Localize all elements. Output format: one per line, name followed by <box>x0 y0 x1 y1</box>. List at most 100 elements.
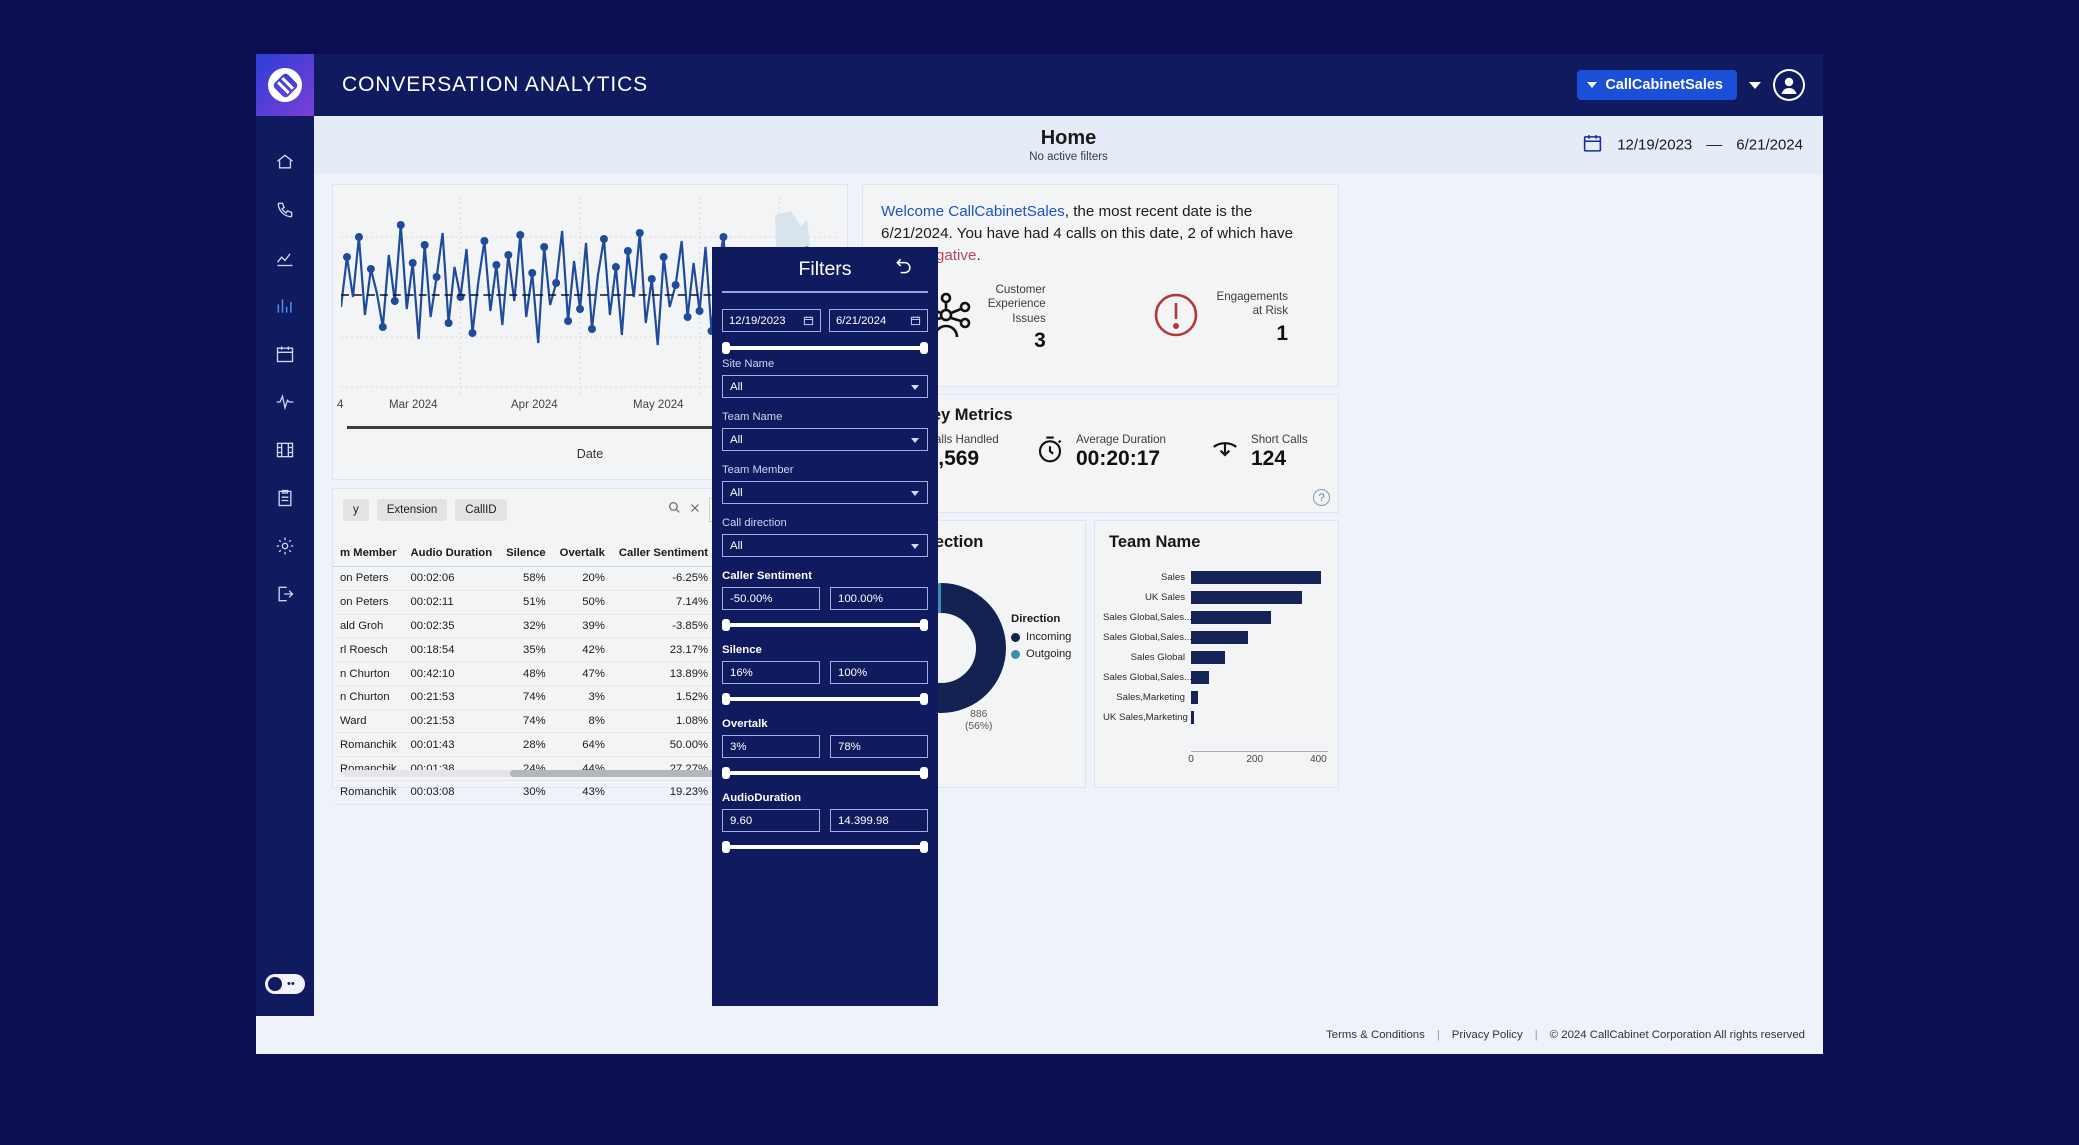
slider-handle-right[interactable] <box>920 342 928 354</box>
audio-duration-slider[interactable] <box>722 841 928 853</box>
clear-search-icon[interactable] <box>689 501 701 519</box>
sidebar-collapse-toggle[interactable]: •• <box>265 974 305 994</box>
sidebar-item-settings[interactable] <box>265 530 305 562</box>
bar-row[interactable]: Sales Global,Sales... <box>1103 627 1328 647</box>
caller-sentiment-max[interactable]: 100.00% <box>830 587 928 610</box>
calendar-icon[interactable] <box>1582 133 1603 158</box>
user-account-button[interactable]: CallCabinetSales <box>1577 70 1737 100</box>
filter-date-to[interactable]: 6/21/2024 <box>829 309 928 332</box>
overtalk-max[interactable]: 78% <box>830 735 928 758</box>
sidebar-item-home[interactable] <box>265 146 305 178</box>
toggle-dots-icon: •• <box>287 977 295 990</box>
table-cell: 00:18:54 <box>403 637 500 663</box>
col-overtalk[interactable]: Overtalk <box>552 541 612 567</box>
caller-sentiment-slider[interactable] <box>722 619 928 631</box>
filters-panel: Filters 12/19/2023 6/21/2024 Site Name A… <box>712 247 938 1006</box>
sidebar-item-insights[interactable] <box>265 386 305 418</box>
overtalk-slider[interactable] <box>722 767 928 779</box>
x-tick-2: Apr 2024 <box>511 399 558 411</box>
table-cell: 13.89% <box>611 661 716 686</box>
sidebar-item-reports[interactable] <box>265 290 305 322</box>
filter-select-call-direction[interactable]: All <box>722 534 928 557</box>
audio-duration-min[interactable]: 9.60 <box>722 809 820 832</box>
bar-row[interactable]: Sales Global,Sales... <box>1103 607 1328 627</box>
bar-fill <box>1191 570 1322 584</box>
column-chip-callid[interactable]: CallID <box>455 499 507 521</box>
sidebar-item-tasks[interactable] <box>265 482 305 514</box>
avatar[interactable] <box>1773 69 1805 101</box>
legend-item-outgoing[interactable]: Outgoing <box>1011 648 1071 660</box>
callcabinet-logo-icon <box>268 68 302 102</box>
welcome-lead: Welcome CallCabinetSales <box>881 203 1065 220</box>
sidebar-item-controls[interactable] <box>265 434 305 466</box>
bar-fill <box>1191 590 1302 604</box>
slider-handle-left[interactable] <box>722 619 730 631</box>
col-team-member[interactable]: m Member <box>333 541 404 567</box>
bar-row[interactable]: Sales,Marketing <box>1103 687 1328 707</box>
slider-track <box>726 346 924 350</box>
sidebar-item-analytics[interactable] <box>265 242 305 274</box>
silence-max[interactable]: 100% <box>830 661 928 684</box>
filter-date-to-value: 6/21/2024 <box>836 314 887 327</box>
date-range-start[interactable]: 12/19/2023 <box>1617 137 1692 154</box>
slider-track <box>726 845 924 849</box>
filter-caller-sentiment: Caller Sentiment -50.00% 100.00% <box>722 570 928 631</box>
bar-fill <box>1191 670 1209 684</box>
slider-handle-left[interactable] <box>722 693 730 705</box>
silence-min[interactable]: 16% <box>722 661 820 684</box>
filter-select-site-name[interactable]: All <box>722 375 928 398</box>
scrollbar-thumb[interactable] <box>509 770 716 777</box>
bar-row[interactable]: Sales <box>1103 567 1328 587</box>
slider-handle-right[interactable] <box>920 767 928 779</box>
col-silence[interactable]: Silence <box>499 541 553 567</box>
slider-handle-right[interactable] <box>920 841 928 853</box>
col-audio-duration[interactable]: Audio Duration <box>403 541 500 567</box>
filter-date-slider[interactable] <box>722 342 928 354</box>
audio-duration-max[interactable]: 14.399.98 <box>830 809 928 832</box>
privacy-link[interactable]: Privacy Policy <box>1452 1029 1523 1041</box>
account-menu-chevron-icon[interactable] <box>1749 81 1761 89</box>
metrics-help-icon[interactable]: ? <box>1313 489 1330 506</box>
slider-handle-right[interactable] <box>920 619 928 631</box>
dashboard-canvas: Home No active filters 12/19/2023 — 6/21… <box>314 116 1823 1016</box>
slider-handle-left[interactable] <box>722 767 730 779</box>
reset-filters-icon[interactable] <box>894 256 914 281</box>
slider-handle-right[interactable] <box>920 693 928 705</box>
copyright-text: © 2024 CallCabinet Corporation All right… <box>1549 1029 1805 1041</box>
slider-handle-left[interactable] <box>722 841 730 853</box>
sidebar-item-calendar[interactable] <box>265 338 305 370</box>
filter-value-site-name: All <box>730 380 743 393</box>
overtalk-min[interactable]: 3% <box>722 735 820 758</box>
search-icon[interactable] <box>668 501 681 519</box>
header-date-range[interactable]: 12/19/2023 — 6/21/2024 <box>1582 133 1803 158</box>
bar-row[interactable]: Sales Global <box>1103 647 1328 667</box>
date-range-end[interactable]: 6/21/2024 <box>1736 137 1803 154</box>
legend-item-incoming[interactable]: Incoming <box>1011 631 1071 643</box>
kpi-value: 3 <box>1034 329 1046 353</box>
col-caller-sentiment[interactable]: Caller Sentiment <box>611 541 716 567</box>
call-direction-legend: Direction Incoming Outgoing <box>1011 613 1071 665</box>
x-tick-1: Mar 2024 <box>389 399 438 411</box>
bar-row[interactable]: Sales Global,Sales... <box>1103 667 1328 687</box>
top-bar-right: CallCabinetSales <box>1577 69 1823 101</box>
filter-overtalk: Overtalk 3% 78% <box>722 718 928 779</box>
filter-date-from[interactable]: 12/19/2023 <box>722 309 821 332</box>
team-name-card: Team Name Sales UK Sales Sales Global,Sale… <box>1094 520 1339 788</box>
column-chip-extension[interactable]: Extension <box>376 499 448 521</box>
bar-row[interactable]: UK Sales <box>1103 587 1328 607</box>
top-bar: CONVERSATION ANALYTICS CallCabinetSales <box>256 54 1823 116</box>
silence-slider[interactable] <box>722 693 928 705</box>
app-logo[interactable] <box>256 54 314 116</box>
filter-select-team-member[interactable]: All <box>722 481 928 504</box>
bar-label: Sales Global,Sales... <box>1103 631 1191 643</box>
table-cell: 00:02:06 <box>403 566 500 591</box>
column-chip-0[interactable]: y <box>343 499 369 521</box>
sidebar-item-calls[interactable] <box>265 194 305 226</box>
terms-link[interactable]: Terms & Conditions <box>1326 1029 1425 1041</box>
caller-sentiment-min[interactable]: -50.00% <box>722 587 820 610</box>
bar-row[interactable]: UK Sales,Marketing <box>1103 707 1328 727</box>
table-cell: 00:01:43 <box>403 732 500 758</box>
filter-select-team-name[interactable]: All <box>722 428 928 451</box>
sidebar-item-logout[interactable] <box>265 578 305 610</box>
slider-handle-left[interactable] <box>722 342 730 354</box>
